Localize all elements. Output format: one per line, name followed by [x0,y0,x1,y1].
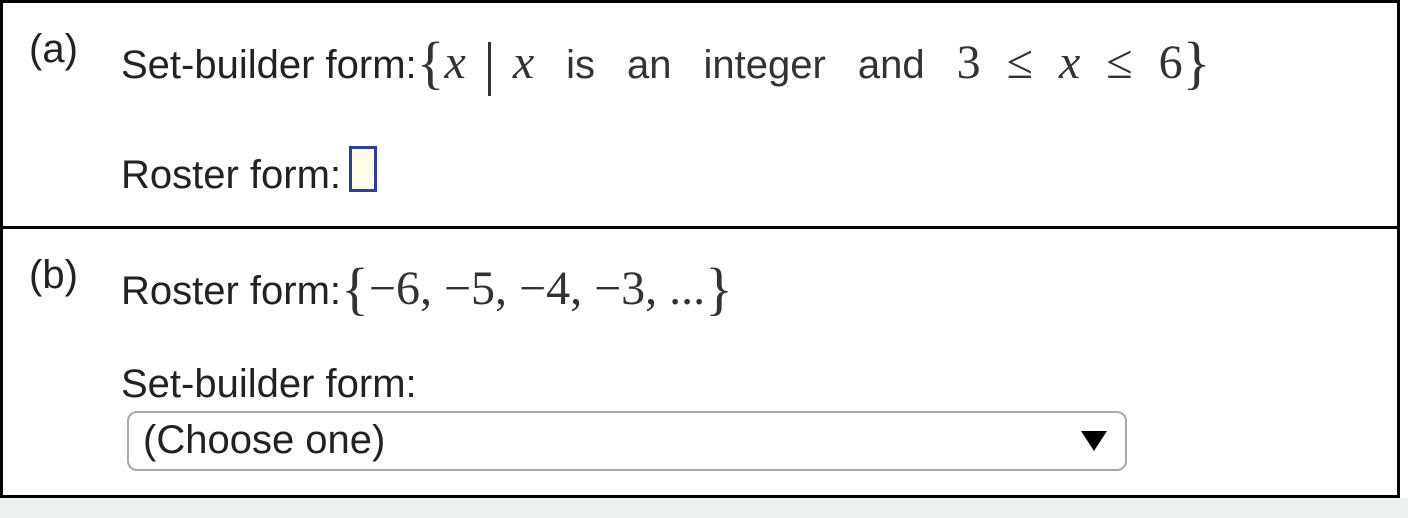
right-brace-b: } [705,256,733,321]
word-and: and [858,43,925,87]
part-a-label: (a) [29,25,93,72]
lower-bound: 3 [957,36,981,89]
upper-bound: 6 [1159,36,1183,89]
set-builder-prefix: Set-builder form: [121,43,417,88]
word-integer: integer [704,43,826,87]
chevron-down-icon [1081,431,1107,451]
part-b-label: (b) [29,251,93,298]
roster-answer-input[interactable] [349,146,377,192]
part-b-content: Roster form: {−6, −5, −4, −3, ...} Set-b… [121,251,1371,467]
left-brace-b: { [341,256,369,321]
set-builder-expression: {x x is an integer and 3 ≤ x ≤ 6} [417,25,1211,94]
dropdown-selected-text: (Choose one) [143,418,385,463]
roster-values: −6, −5, −4, −3, ... [369,262,705,315]
part-a-setbuilder-line: Set-builder form: {x x is an integer and… [121,25,1371,94]
footer-strip [0,498,1408,518]
right-brace: } [1183,30,1211,95]
builder-form-label-b: Set-builder form: [121,362,417,407]
left-brace: { [417,30,445,95]
var-x-2: x [513,36,534,89]
roster-set-expression: {−6, −5, −4, −3, ...} [341,251,733,318]
part-a-row: (a) Set-builder form: {x x is an integer… [3,3,1397,229]
part-b-row: (b) Roster form: {−6, −5, −4, −3, ...} S… [3,229,1397,495]
word-an: an [627,43,672,87]
word-is: is [566,43,595,87]
roster-form-label-b: Roster form: [121,269,341,314]
part-a-content: Set-builder form: {x x is an integer and… [121,25,1371,198]
set-builder-dropdown[interactable]: (Choose one) [127,411,1127,471]
roster-form-label: Roster form: [121,153,341,198]
part-a-roster-line: Roster form: [121,142,1371,198]
var-x-3: x [1059,36,1080,89]
le-symbol-1: ≤ [1007,36,1033,89]
le-symbol-2: ≤ [1106,36,1132,89]
part-b-builder-line: Set-builder form: (Choose one) [121,362,1371,467]
var-x-1: x [445,36,466,89]
part-b-roster-line: Roster form: {−6, −5, −4, −3, ...} [121,251,1371,318]
such-that-bar [488,42,491,96]
